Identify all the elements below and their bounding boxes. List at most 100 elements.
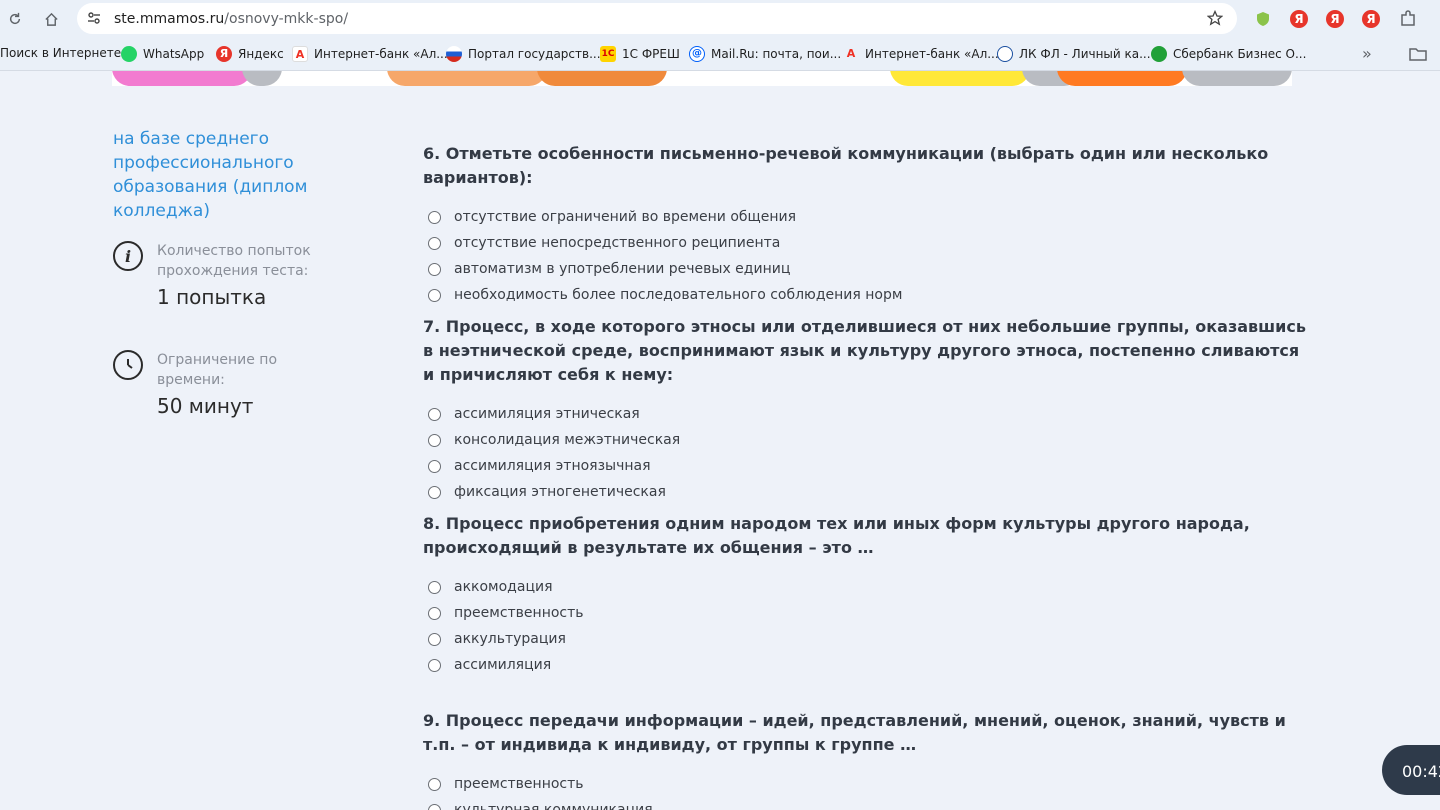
option-label: фиксация этногенетическая (454, 484, 666, 500)
answer-options: аккомодация преемственность аккультураци… (423, 574, 1313, 678)
banner-shape (890, 71, 1030, 86)
bookmark-whatsapp[interactable]: WhatsApp (121, 46, 204, 62)
alfa-bank-icon: A (846, 47, 856, 60)
info-icon: i (113, 241, 143, 271)
radio-button[interactable] (428, 262, 441, 276)
question-7: 7. Процесс, в ходе которого этносы или о… (423, 315, 1313, 505)
answer-options: отсутствие ограничений во времени общени… (423, 204, 1313, 308)
bookmark-search[interactable]: Поиск в Интернете (0, 46, 121, 60)
bookmark-label: Интернет-банк «Ал... (314, 47, 448, 61)
banner-shape (242, 71, 282, 86)
radio-button[interactable] (428, 658, 441, 672)
extension-shield-icon[interactable] (1253, 9, 1273, 29)
radio-button[interactable] (428, 777, 441, 791)
radio-button[interactable] (428, 459, 441, 473)
attempts-value: 1 попытка (157, 285, 267, 309)
option-label: необходимость более последовательного со… (454, 287, 903, 303)
answer-option[interactable]: ассимиляция (423, 652, 1313, 678)
answer-option[interactable]: консолидация межэтническая (423, 427, 1313, 453)
answer-option[interactable]: автоматизм в употреблении речевых единиц (423, 256, 1313, 282)
alfa-bank-icon: A (292, 46, 308, 62)
bookmark-yandex[interactable]: Я Яндекс (216, 46, 284, 62)
program-description: на базе среднего профессионального образ… (113, 129, 308, 221)
extensions-puzzle-icon[interactable] (1398, 9, 1418, 29)
bookmark-label: 1С ФРЕШ (622, 47, 680, 61)
whatsapp-icon (121, 46, 137, 62)
answer-option[interactable]: аккультурация (423, 626, 1313, 652)
gosuslugi-icon (446, 46, 462, 62)
option-label: культурная коммуникация (454, 802, 653, 810)
banner-shape (1182, 71, 1292, 86)
bookmark-label: WhatsApp (143, 47, 205, 61)
bookmarks-bar: Поиск в Интернете WhatsApp Я Яндекс A Инте… (0, 38, 1440, 71)
bookmark-star-icon[interactable] (1206, 9, 1224, 31)
radio-button[interactable] (428, 288, 441, 302)
radio-button[interactable] (428, 433, 441, 447)
answer-options: ассимиляция этническая консолидация межэ… (423, 401, 1313, 505)
bookmark-label: Поиск в Интернете (0, 46, 122, 60)
url-host: ste.mmamos.ru (114, 11, 225, 27)
radio-button[interactable] (428, 236, 441, 250)
sberbank-icon (1151, 46, 1167, 62)
option-label: аккомодация (454, 579, 553, 595)
answer-option[interactable]: отсутствие ограничений во времени общени… (423, 204, 1313, 230)
bookmark-alfa-bank-2[interactable]: A Интернет-банк «Ал... (843, 46, 999, 62)
bookmark-label: Mail.Ru: почта, пои... (711, 47, 842, 61)
answer-option[interactable]: преемственность (423, 771, 1313, 797)
browser-toolbar: ste.mmamos.ru/osnovy-mkk-spo/ Я Я Я (0, 0, 1440, 38)
answer-option[interactable]: аккомодация (423, 574, 1313, 600)
time-limit-value: 50 минут (157, 394, 254, 418)
bookmark-label: Портал государств... (468, 47, 601, 61)
option-label: преемственность (454, 776, 584, 792)
option-label: автоматизм в употреблении речевых единиц (454, 261, 791, 277)
banner-shape (537, 71, 667, 86)
answer-option[interactable]: необходимость более последовательного со… (423, 282, 1313, 308)
bookmark-nalog[interactable]: ЛК ФЛ - Личный ка... (997, 46, 1151, 62)
radio-button[interactable] (428, 803, 441, 810)
yandex-extension-icon-3[interactable]: Я (1361, 9, 1381, 29)
option-label: ассимиляция этническая (454, 406, 640, 422)
radio-button[interactable] (428, 632, 441, 646)
url-text: ste.mmamos.ru/osnovy-mkk-spo/ (114, 11, 348, 27)
bookmark-alfa-bank[interactable]: A Интернет-банк «Ал... (292, 46, 448, 62)
hero-banner (112, 71, 1292, 86)
answer-option[interactable]: преемственность (423, 600, 1313, 626)
question-title: 6. Отметьте особенности письменно-речево… (423, 144, 1269, 187)
answer-option[interactable]: ассимиляция этническая (423, 401, 1313, 427)
radio-button[interactable] (428, 210, 441, 224)
time-limit-info: Ограничение по времени: 50 минут (113, 350, 347, 420)
url-path: /osnovy-mkk-spo/ (224, 11, 349, 27)
radio-button[interactable] (428, 407, 441, 421)
option-label: отсутствие ограничений во времени общени… (454, 209, 797, 225)
question-6: 6. Отметьте особенности письменно-речево… (423, 142, 1313, 308)
home-icon[interactable] (39, 7, 63, 31)
answer-option[interactable]: культурная коммуникация (423, 797, 1313, 810)
yandex-extension-icon[interactable]: Я (1289, 9, 1309, 29)
bookmark-mailru[interactable]: @ Mail.Ru: почта, пои... (689, 46, 841, 62)
radio-button[interactable] (428, 606, 441, 620)
bookmark-sberbank[interactable]: Сбербанк Бизнес О... (1151, 46, 1306, 62)
option-label: ассимиляция (454, 657, 552, 673)
question-title: 7. Процесс, в ходе которого этносы или о… (423, 317, 1306, 384)
reload-icon[interactable] (3, 7, 27, 31)
yandex-extension-icon-2[interactable]: Я (1325, 9, 1345, 29)
bookmarks-folder-icon[interactable] (1409, 46, 1427, 62)
radio-button[interactable] (428, 485, 441, 499)
nalog-icon (997, 46, 1013, 62)
question-9: 9. Процесс передачи информации – идей, п… (423, 709, 1313, 810)
bookmark-label: Яндекс (238, 47, 284, 61)
answer-option[interactable]: отсутствие непосредственного реципиента (423, 230, 1313, 256)
site-settings-icon[interactable] (86, 10, 102, 31)
radio-button[interactable] (428, 580, 441, 594)
mailru-icon: @ (689, 46, 705, 62)
answer-option[interactable]: ассимиляция этноязычная (423, 453, 1313, 479)
bookmark-1c[interactable]: 1С 1С ФРЕШ (600, 46, 680, 62)
bookmark-gosuslugi[interactable]: Портал государств... (446, 46, 601, 62)
option-label: ассимиляция этноязычная (454, 458, 651, 474)
bookmarks-overflow-icon[interactable]: » (1362, 44, 1372, 63)
option-label: аккультурация (454, 631, 566, 647)
option-label: консолидация межэтническая (454, 432, 681, 448)
answer-option[interactable]: фиксация этногенетическая (423, 479, 1313, 505)
address-bar[interactable]: ste.mmamos.ru/osnovy-mkk-spo/ (77, 3, 1237, 34)
answer-options: преемственность культурная коммуникация (423, 771, 1313, 810)
